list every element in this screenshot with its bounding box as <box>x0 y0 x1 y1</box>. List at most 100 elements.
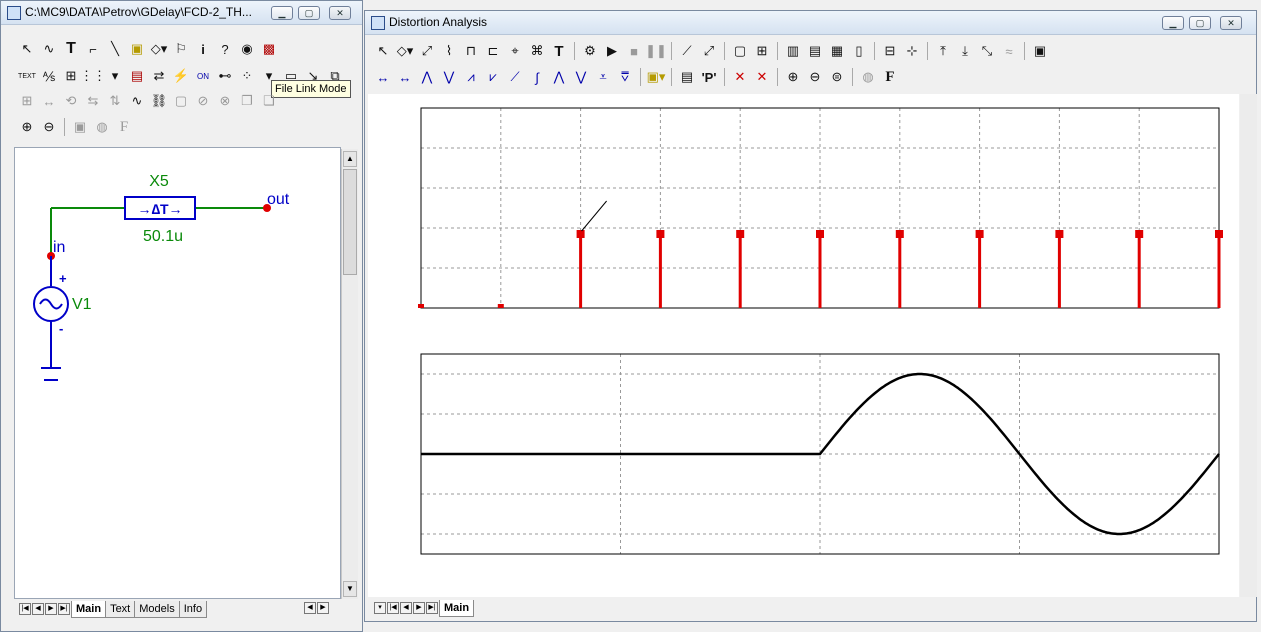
analysis-first-page-button[interactable]: |◀ <box>387 602 399 614</box>
global-low-icon[interactable]: ⋁ <box>571 67 591 87</box>
analysis-maximize-button[interactable]: ▢ <box>1189 16 1211 30</box>
tab-info[interactable]: Info <box>178 600 208 618</box>
border-plot-icon[interactable]: ▢ <box>730 41 750 61</box>
horizontal-scroll-buttons[interactable]: ◀ ▶ <box>304 602 330 614</box>
peak-icon[interactable]: ⤒ <box>933 41 953 61</box>
analysis-dropdown-button[interactable]: ▾ <box>374 602 386 614</box>
prev-page-button[interactable]: ◀ <box>32 603 44 615</box>
analysis-zoom-out-icon[interactable]: ⊖ <box>805 67 825 87</box>
copy-icon[interactable]: ❐ <box>237 91 257 111</box>
camera-icon[interactable]: ▣ <box>70 117 90 137</box>
plot-area[interactable] <box>368 94 1239 597</box>
tag-vertical-icon[interactable]: ⊏ <box>483 41 503 61</box>
log-icon[interactable]: ⤢ <box>699 41 719 61</box>
swap-icon[interactable]: ⇄ <box>149 66 169 86</box>
info-icon[interactable]: i <box>193 39 213 59</box>
text-tool-icon[interactable]: T <box>61 39 81 59</box>
grid-icon[interactable]: ⋮⋮ <box>80 66 106 86</box>
data-points-icon[interactable]: ▣ <box>1030 41 1050 61</box>
valley-cursor-icon[interactable]: ⋁ <box>439 67 459 87</box>
baseline-icon[interactable]: ⊟ <box>880 41 900 61</box>
cursor-icon[interactable]: ⊹ <box>902 41 922 61</box>
major-grid-icon[interactable]: ▤ <box>805 41 825 61</box>
numeric-output-icon[interactable]: ▤ <box>677 67 697 87</box>
node-icon[interactable]: ⚡ <box>171 66 191 86</box>
ruler-icon[interactable]: ▯ <box>849 41 869 61</box>
dotted-grid-icon[interactable]: ⁘ <box>237 66 257 86</box>
linear-icon[interactable]: ⟋ <box>677 41 697 61</box>
maximize-button[interactable]: ▢ <box>298 6 320 20</box>
point-tag-icon[interactable]: ⌖ <box>505 41 525 61</box>
pin-icon[interactable]: ⊞ <box>61 66 81 86</box>
top-cursor-icon[interactable]: ⩡ <box>593 67 613 87</box>
tab-text[interactable]: Text <box>105 600 136 618</box>
analysis-last-page-button[interactable]: ▶| <box>426 602 438 614</box>
scroll-right-button[interactable]: ▶ <box>317 602 329 614</box>
tag-horizontal-icon[interactable]: ⊓ <box>461 41 481 61</box>
valley-icon[interactable]: ⤓ <box>955 41 975 61</box>
component-icon[interactable]: ▣ <box>127 39 147 59</box>
flag-icon[interactable]: ⚐ <box>171 39 191 59</box>
prev-cursor-icon[interactable]: ↔ <box>395 67 415 87</box>
analysis-tab-main[interactable]: Main <box>439 599 475 617</box>
attribute-icon[interactable]: ▤ <box>127 66 147 86</box>
color-dropdown-icon[interactable]: ▣▾ <box>646 67 666 87</box>
bottom-cursor-icon[interactable]: ⩢ <box>615 67 635 87</box>
tab-main[interactable]: Main <box>71 600 107 618</box>
probe-icon[interactable]: ▩ <box>259 39 279 59</box>
zoom-out-icon[interactable]: ⊖ <box>39 117 59 137</box>
mirror-icon[interactable]: ⇆ <box>83 91 103 111</box>
performance-tag-icon[interactable]: ⌘ <box>527 41 547 61</box>
next-page-button[interactable]: ▶ <box>45 603 57 615</box>
tag-left-icon[interactable]: ✕ <box>730 67 750 87</box>
find-icon[interactable]: ⛓ <box>149 91 169 111</box>
wire-icon[interactable]: ⌐ <box>83 39 103 59</box>
line-icon[interactable]: ╲ <box>105 39 125 59</box>
zoom-fit-icon[interactable]: ⊜ <box>827 67 847 87</box>
slope-icon[interactable]: ⤡ <box>977 41 997 61</box>
page-icon[interactable]: ▢ <box>171 91 191 111</box>
text-mode-icon[interactable]: TEXT <box>17 66 37 86</box>
global-high-icon[interactable]: ⋀ <box>549 67 569 87</box>
font-icon[interactable]: F <box>114 117 134 137</box>
run-icon[interactable]: ▶ <box>602 41 622 61</box>
dropdown-icon[interactable]: ▾ <box>105 66 125 86</box>
waveform-icon[interactable]: ∿ <box>127 91 147 111</box>
minimize-button[interactable]: ▁ <box>271 6 293 20</box>
inflection-cursor-icon[interactable]: ∫ <box>527 67 547 87</box>
schematic-titlebar[interactable]: C:\MC9\DATA\Petrov\GDelay\FCD-2_TH... ▁ … <box>1 1 362 25</box>
axis-grid-icon[interactable]: ▦ <box>827 41 847 61</box>
globe-icon[interactable]: ◉ <box>237 39 257 59</box>
on-off-icon[interactable]: ON <box>193 66 213 86</box>
tag-right-icon[interactable]: ✕ <box>752 67 772 87</box>
pause-icon[interactable]: ❚❚ <box>645 41 667 61</box>
first-page-button[interactable]: |◀ <box>19 603 31 615</box>
minor-grid-icon[interactable]: ▥ <box>783 41 803 61</box>
analysis-zoom-in-icon[interactable]: ⊕ <box>783 67 803 87</box>
wave-icon[interactable]: ∿ <box>39 39 59 59</box>
analysis-titlebar[interactable]: Distortion Analysis ▁ ▢ ✕ <box>365 11 1256 35</box>
scale-icon[interactable]: ⤢ <box>417 41 437 61</box>
paste-icon[interactable]: ❏ <box>259 91 279 111</box>
analysis-close-button[interactable]: ✕ <box>1220 16 1242 30</box>
select-arrow-icon[interactable]: ↖ <box>17 39 37 59</box>
shapes-icon[interactable]: ◇▾ <box>395 41 415 61</box>
low-cursor-icon[interactable]: ⩗ <box>483 67 503 87</box>
smooth-icon[interactable]: ≈ <box>999 41 1019 61</box>
plot-tag-icon[interactable]: 'P' <box>699 67 719 87</box>
analysis-vertical-scrollbar[interactable] <box>1240 94 1257 597</box>
high-cursor-icon[interactable]: ⩘ <box>461 67 481 87</box>
tag-icon[interactable]: ⌇ <box>439 41 459 61</box>
slope-cursor-icon[interactable]: ⟋ <box>505 67 525 87</box>
align-icon[interactable]: ⊞ <box>17 91 37 111</box>
tab-models[interactable]: Models <box>134 600 180 618</box>
shapes-dropdown-icon[interactable]: ◇▾ <box>149 39 169 59</box>
scroll-thumb[interactable] <box>343 169 357 275</box>
pin-connection-icon[interactable]: ⊷ <box>215 66 235 86</box>
analysis-palette-icon[interactable]: ◍ <box>858 67 878 87</box>
select-icon[interactable]: ↖ <box>373 41 393 61</box>
analysis-minimize-button[interactable]: ▁ <box>1162 16 1184 30</box>
palette-icon[interactable]: ◍ <box>92 117 112 137</box>
zoom-in-icon[interactable]: ⊕ <box>17 117 37 137</box>
properties-icon[interactable]: ⚙ <box>580 41 600 61</box>
